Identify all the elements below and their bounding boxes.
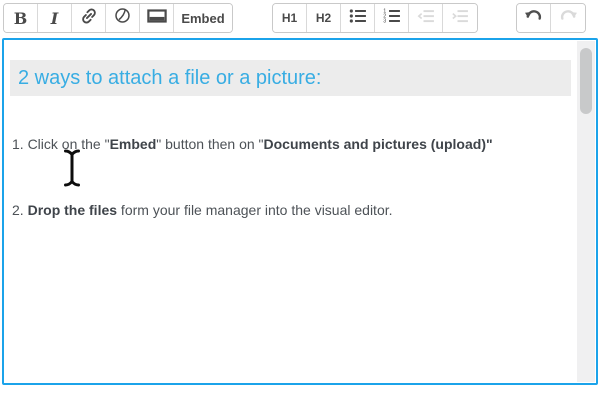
italic-button[interactable]: I [38,4,72,32]
embed-button[interactable]: Embed [174,4,232,32]
circle-slash-icon [113,6,132,30]
scrollbar-thumb[interactable] [580,48,592,114]
image-button[interactable] [140,4,174,32]
link-icon [79,6,99,31]
undo-button[interactable] [517,4,551,32]
format-button-group: B I [3,3,233,33]
redo-button[interactable] [551,4,585,32]
circle-slash-button[interactable] [106,4,140,32]
heading2-button[interactable]: H2 [307,4,341,32]
outdent-button[interactable] [409,4,443,32]
outdent-icon [416,6,436,31]
scrollbar-track[interactable] [577,41,595,382]
image-icon [146,5,168,32]
step-2-rest: form your file manager into the visual e… [117,202,392,218]
history-button-group [516,3,586,33]
step-2-bold: Drop the files [28,202,117,218]
italic-icon: I [51,9,58,28]
indent-button[interactable] [443,4,477,32]
bullet-list-button[interactable] [341,4,375,32]
editor-heading: 2 ways to attach a file or a picture: [10,60,571,96]
bullet-list-icon [348,6,368,31]
rich-text-editor-app: { "toolbar": { "bold_label": "B", "itali… [0,0,600,400]
step-2-pre: 2. [12,202,28,218]
step-1-bold-embed: Embed [110,136,157,152]
bold-button[interactable]: B [4,4,38,32]
numbered-list-button[interactable]: 1 2 3 [375,4,409,32]
svg-text:3: 3 [383,18,386,24]
redo-icon [557,5,579,32]
block-button-group: H1 H2 1 2 3 [272,3,478,33]
step-1-bold-docs: Documents and pictures (upload)" [264,136,493,152]
visual-editor-area[interactable]: 2 ways to attach a file or a picture: 1.… [2,38,598,385]
bold-icon: B [14,9,28,28]
heading1-button[interactable]: H1 [273,4,307,32]
link-button[interactable] [72,4,106,32]
text-cursor-icon [62,148,82,188]
step-1-text: 1. Click on the "Embed" button then on "… [12,135,493,153]
step-1-mid: " button then on " [156,136,263,152]
undo-icon [523,5,545,32]
step-1-pre: 1. Click on the " [12,136,110,152]
step-2-text: 2. Drop the files form your file manager… [12,201,393,219]
indent-icon [450,6,470,31]
numbered-list-icon: 1 2 3 [382,6,402,31]
